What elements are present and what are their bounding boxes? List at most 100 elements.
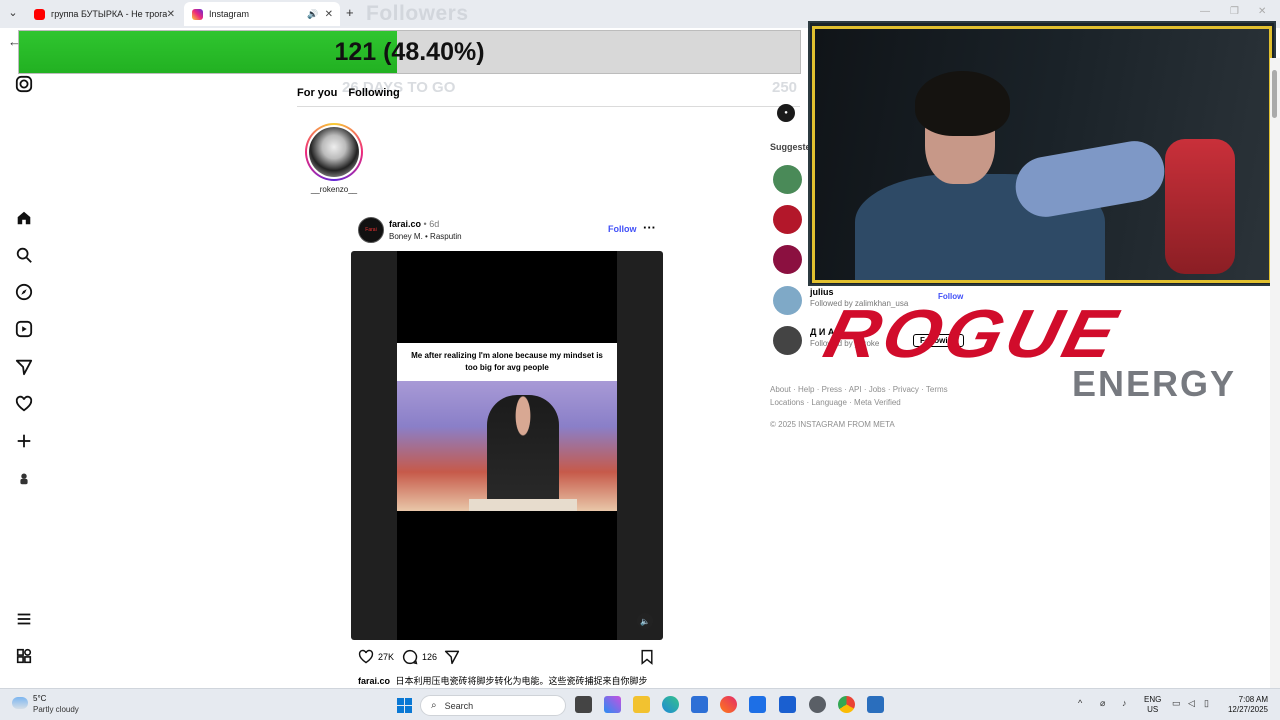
instagram-logo-icon[interactable] <box>14 74 34 94</box>
tab-instagram[interactable]: Instagram 🔊 ✕ <box>184 2 340 26</box>
footer-line[interactable]: Locations · Language · Meta Verified <box>770 396 970 409</box>
taskbar-search[interactable]: ⌕ Search <box>420 695 566 716</box>
home-icon[interactable] <box>14 208 34 228</box>
caption-text: 日本利用压电瓷砖将脚步转化为电能。这些瓷砖捕捉来自你脚步 <box>395 676 648 686</box>
tab-list-chevron-icon[interactable]: ⌄ <box>6 6 20 20</box>
like-count: 27K <box>378 652 395 662</box>
close-tab-icon[interactable]: ✕ <box>167 9 175 20</box>
comment-count: 126 <box>422 652 438 662</box>
sponsor-logo-text: ROGUE <box>817 295 1128 372</box>
followers-title: Followers <box>366 2 469 25</box>
weather-condition[interactable]: Partly cloudy <box>33 705 79 714</box>
footer-line[interactable]: About · Help · Press · API · Jobs · Priv… <box>770 383 970 396</box>
language-indicator[interactable]: ENG US <box>1144 695 1161 715</box>
post-time: 6d <box>429 219 440 229</box>
save-button[interactable] <box>639 649 655 665</box>
comment-button[interactable]: 126 <box>402 649 437 665</box>
chevron-up-icon[interactable]: ^ <box>1078 698 1082 708</box>
suggested-avatar <box>773 326 802 355</box>
new-tab-button[interactable]: + <box>346 5 354 20</box>
suggested-avatar <box>773 205 802 234</box>
scrollbar-track[interactable] <box>1270 58 1280 688</box>
dropbox-icon[interactable] <box>749 696 766 713</box>
webcam-feed <box>812 26 1272 283</box>
post-avatar[interactable]: Farai <box>358 217 384 243</box>
firefox-icon[interactable] <box>720 696 737 713</box>
meme-caption: Me after realizing I'm alone because my … <box>397 343 617 381</box>
youtube-icon <box>34 8 45 20</box>
divider <box>297 106 800 107</box>
obs-icon[interactable] <box>809 696 826 713</box>
account-avatar[interactable]: ● <box>777 104 795 122</box>
microphone-icon[interactable]: ♪ <box>1122 698 1127 708</box>
post-header: Farai farai.co • 6d Boney M. • Rasputin … <box>358 217 663 245</box>
feed-tabs: For you Following <box>297 87 408 99</box>
post-username[interactable]: farai.co <box>389 219 421 229</box>
search-icon: ⌕ <box>431 700 437 711</box>
messages-icon[interactable] <box>14 357 34 377</box>
task-view-icon[interactable] <box>575 696 592 713</box>
search-icon[interactable] <box>14 245 34 265</box>
story-avatar <box>309 127 359 177</box>
instagram-icon <box>192 8 203 20</box>
copilot-icon[interactable] <box>604 696 621 713</box>
cam-arm <box>1010 136 1170 222</box>
meme-image <box>397 381 617 511</box>
minimize-icon[interactable]: — <box>1200 6 1210 17</box>
explore-icon[interactable] <box>14 282 34 302</box>
sponsor-logo-subtext: ENERGY <box>1072 363 1237 404</box>
also-from-meta-icon[interactable] <box>14 646 34 666</box>
followers-progress-bar: 121 (48.40%) <box>18 30 801 74</box>
comment-icon <box>402 649 418 665</box>
share-icon <box>444 650 460 665</box>
camera-off-icon[interactable]: ⌀ <box>1100 698 1105 709</box>
post-video[interactable]: Me after realizing I'm alone because my … <box>351 251 663 640</box>
profile-avatar-icon[interactable] <box>14 468 34 488</box>
speaker-icon[interactable]: 🔊 <box>307 9 318 20</box>
story-item[interactable]: __rokenzo__ <box>305 123 363 194</box>
store-icon[interactable] <box>691 696 708 713</box>
weather-icon[interactable] <box>12 697 28 709</box>
story-ring <box>305 123 363 181</box>
create-plus-icon[interactable] <box>14 431 34 451</box>
app-icon[interactable] <box>779 696 796 713</box>
notifications-heart-icon[interactable] <box>14 394 34 414</box>
story-username: __rokenzo__ <box>310 185 358 194</box>
back-arrow-icon[interactable]: ← <box>8 34 21 49</box>
clock[interactable]: 7:08 AM 12/27/2025 <box>1224 695 1268 715</box>
post-actions: 27K 126 <box>358 649 658 667</box>
tab-following[interactable]: Following <box>348 87 399 99</box>
share-button[interactable] <box>444 649 460 665</box>
suggested-avatar <box>773 165 802 194</box>
app-icon[interactable] <box>867 696 884 713</box>
file-explorer-icon[interactable] <box>633 696 650 713</box>
suggested-avatar <box>773 245 802 274</box>
windows-start-icon[interactable] <box>397 698 412 713</box>
weather-temp[interactable]: 5°C <box>33 694 46 703</box>
follow-button[interactable]: Follow <box>608 224 637 234</box>
maximize-icon[interactable]: ❐ <box>1230 6 1239 17</box>
like-button[interactable]: 27K <box>358 649 394 665</box>
volume-icon[interactable]: ◁ <box>1188 698 1195 709</box>
post-caption: farai.co 日本利用压电瓷砖将脚步转化为电能。这些瓷砖捕捉来自你脚步 <box>358 674 658 687</box>
caption-username[interactable]: farai.co <box>358 676 390 686</box>
suggested-name: julius <box>810 287 834 297</box>
network-icon[interactable]: ▭ <box>1172 698 1181 709</box>
close-window-icon[interactable]: ✕ <box>1258 6 1266 17</box>
post-audio[interactable]: Boney M. • Rasputin <box>389 232 462 241</box>
speaker-icon[interactable]: 🔈 <box>637 613 653 629</box>
heart-icon <box>358 649 374 664</box>
tab-youtube[interactable]: группа БУТЫРКА - Не трогай с ✕ <box>26 2 182 26</box>
scrollbar-thumb[interactable] <box>1272 70 1277 118</box>
chrome-icon[interactable] <box>838 696 855 713</box>
footer-links: About · Help · Press · API · Jobs · Priv… <box>770 383 970 409</box>
progress-text: 121 (48.40%) <box>334 37 485 66</box>
more-options-icon[interactable]: ··· <box>643 220 656 235</box>
reels-icon[interactable] <box>14 319 34 339</box>
battery-icon[interactable]: ▯ <box>1204 698 1209 709</box>
tab-for-you[interactable]: For you <box>297 87 337 99</box>
podium <box>469 499 577 511</box>
close-tab-icon[interactable]: ✕ <box>325 9 333 20</box>
menu-icon[interactable] <box>14 609 34 629</box>
edge-icon[interactable] <box>662 696 679 713</box>
